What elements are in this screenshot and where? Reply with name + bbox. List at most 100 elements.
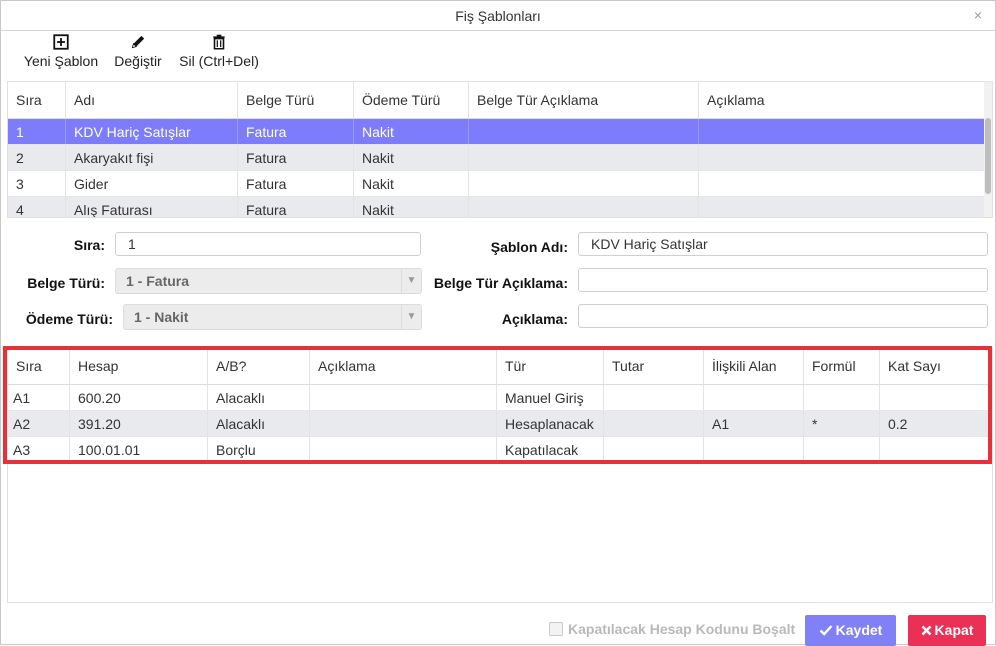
- belge-tur-aciklama-label: Belge Tür Açıklama:: [433, 275, 568, 291]
- close-button[interactable]: Kapat: [908, 615, 986, 646]
- sablon-adi-input[interactable]: KDV Hariç Satışlar: [578, 232, 988, 256]
- cell: KDV Hariç Satışlar: [66, 119, 238, 144]
- lines-table-header: Sıra Hesap A/B? Açıklama Tür Tutar İlişk…: [8, 348, 992, 385]
- cell: [704, 385, 804, 410]
- table-row[interactable]: 1 KDV Hariç Satışlar Fatura Nakit: [8, 119, 984, 145]
- cell: [804, 437, 880, 462]
- cell: Nakit: [354, 145, 469, 170]
- table-row[interactable]: 3 Gider Fatura Nakit: [8, 171, 984, 197]
- delete-label: Sil (Ctrl+Del): [179, 53, 259, 69]
- edit-button[interactable]: Değiştir: [113, 33, 163, 73]
- close-label: Kapat: [934, 622, 974, 638]
- times-icon: [921, 625, 931, 636]
- aciklama-input[interactable]: [578, 304, 988, 328]
- templates-table-header: Sıra Adı Belge Türü Ödeme Türü Belge Tür…: [8, 82, 984, 119]
- sira-input[interactable]: 1: [115, 232, 421, 256]
- cell: [699, 145, 984, 170]
- column-header[interactable]: Açıklama: [310, 348, 497, 384]
- column-header[interactable]: Adı: [66, 82, 238, 118]
- cell: Fatura: [238, 145, 354, 170]
- cell: Alacaklı: [208, 411, 310, 436]
- cell: Fatura: [238, 171, 354, 196]
- cell: [469, 145, 699, 170]
- column-header[interactable]: Sıra: [8, 348, 70, 384]
- cell: Hesaplanacak: [497, 411, 604, 436]
- column-header[interactable]: Belge Tür Açıklama: [469, 82, 699, 118]
- scrollbar-thumb[interactable]: [985, 118, 991, 194]
- cell: 3: [8, 171, 66, 196]
- cell: [699, 119, 984, 144]
- cell: Manuel Giriş: [497, 385, 604, 410]
- odeme-turu-label: Ödeme Türü:: [25, 311, 113, 327]
- cell: [310, 411, 497, 436]
- cell: Alış Faturası: [66, 197, 238, 217]
- column-header[interactable]: Formül: [804, 348, 880, 384]
- belge-turu-select[interactable]: 1 - Fatura ▼: [115, 268, 422, 294]
- column-header[interactable]: Ödeme Türü: [354, 82, 469, 118]
- cell: 2: [8, 145, 66, 170]
- table-row[interactable]: A3 100.01.01 Borçlu Kapatılacak: [8, 437, 992, 463]
- title-bar: Fiş Şablonları ×: [1, 1, 995, 31]
- sira-label: Sıra:: [73, 237, 105, 253]
- table-row[interactable]: 2 Akaryakıt fişi Fatura Nakit: [8, 145, 984, 171]
- plus-square-icon: [53, 34, 69, 50]
- cell: 391.20: [70, 411, 208, 436]
- template-lines-table: Sıra Hesap A/B? Açıklama Tür Tutar İlişk…: [7, 347, 993, 603]
- cell: [699, 197, 984, 217]
- save-button[interactable]: Kaydet: [805, 615, 896, 646]
- cell: A3: [8, 437, 70, 462]
- cell: A2: [8, 411, 70, 436]
- column-header[interactable]: Açıklama: [699, 82, 984, 118]
- vertical-scrollbar[interactable]: [984, 82, 992, 217]
- edit-label: Değiştir: [114, 53, 162, 69]
- checkbox-label: Kapatılacak Hesap Kodunu Boşalt: [568, 621, 796, 637]
- trash-icon: [213, 34, 225, 50]
- odeme-turu-select[interactable]: 1 - Nakit ▼: [123, 304, 422, 330]
- new-template-button[interactable]: Yeni Şablon: [23, 33, 99, 73]
- cell: [469, 171, 699, 196]
- column-header[interactable]: Tür: [497, 348, 604, 384]
- cell: [310, 437, 497, 462]
- cell: [604, 411, 704, 436]
- cell: Borçlu: [208, 437, 310, 462]
- cell: Fatura: [238, 197, 354, 217]
- cell: [604, 437, 704, 462]
- column-header[interactable]: Tutar: [604, 348, 704, 384]
- table-row[interactable]: A2 391.20 Alacaklı Hesaplanacak A1 * 0.2: [8, 411, 992, 437]
- dialog-title: Fiş Şablonları: [455, 8, 541, 24]
- column-header[interactable]: Belge Türü: [238, 82, 354, 118]
- table-row[interactable]: A1 600.20 Alacaklı Manuel Giriş: [8, 385, 992, 411]
- cell: 100.01.01: [70, 437, 208, 462]
- checkbox-box[interactable]: [549, 622, 563, 636]
- templates-table: Sıra Adı Belge Türü Ödeme Türü Belge Tür…: [7, 81, 993, 218]
- cell: 0.2: [888, 416, 908, 432]
- column-header[interactable]: Sıra: [8, 82, 66, 118]
- cell: [604, 385, 704, 410]
- cell: [310, 385, 497, 410]
- cell: Alacaklı: [208, 385, 310, 410]
- save-label: Kaydet: [835, 622, 883, 638]
- column-header[interactable]: Kat Sayı: [880, 348, 992, 384]
- cell: Fatura: [238, 119, 354, 144]
- cell: Nakit: [354, 171, 469, 196]
- close-icon[interactable]: ×: [971, 7, 985, 23]
- column-header[interactable]: İlişkili Alan: [704, 348, 804, 384]
- cell: [699, 171, 984, 196]
- belge-turu-value: 1 - Fatura: [126, 273, 190, 289]
- belge-turu-label: Belge Türü:: [27, 275, 105, 291]
- cell: [804, 385, 880, 410]
- delete-button[interactable]: Sil (Ctrl+Del): [179, 33, 259, 73]
- cell: Nakit: [354, 197, 469, 217]
- column-header[interactable]: Hesap: [70, 348, 208, 384]
- table-row[interactable]: 4 Alış Faturası Fatura Nakit: [8, 197, 984, 217]
- cell: 4: [8, 197, 66, 217]
- column-header[interactable]: A/B?: [208, 348, 310, 384]
- cell: Kapatılacak: [497, 437, 604, 462]
- cell: [704, 437, 804, 462]
- sablon-adi-label: Şablon Adı:: [490, 239, 568, 255]
- belge-tur-aciklama-input[interactable]: [578, 268, 988, 292]
- chevron-down-icon: ▼: [401, 305, 421, 329]
- new-template-label: Yeni Şablon: [23, 53, 99, 69]
- cell: *: [804, 411, 880, 436]
- clear-account-code-checkbox[interactable]: Kapatılacak Hesap Kodunu Boşalt: [549, 621, 795, 641]
